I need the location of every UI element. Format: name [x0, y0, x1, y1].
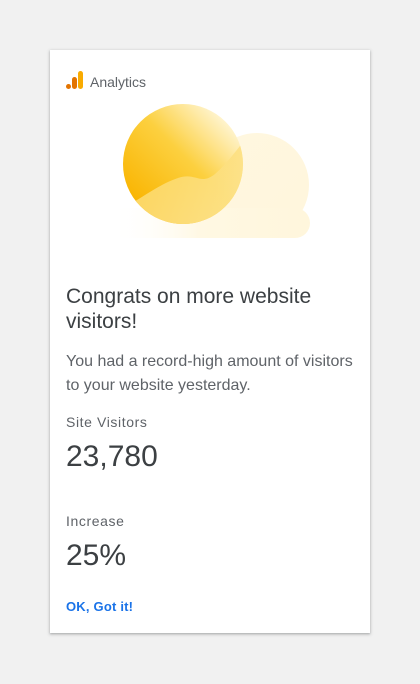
notification-card: Analytics Congrats on more website visit…	[50, 50, 370, 633]
increase-value: 25%	[66, 539, 127, 572]
site-visitors-label: Site Visitors	[66, 414, 148, 430]
increase-label: Increase	[66, 513, 125, 529]
sun-cloud-illustration	[110, 104, 310, 238]
card-title: Congrats on more website visitors!	[66, 285, 312, 333]
ok-got-it-button[interactable]: OK, Got it!	[66, 599, 133, 614]
brand-name: Analytics	[90, 74, 147, 90]
analytics-logo-icon	[66, 71, 84, 89]
card-description: You had a record-high amount of visitors…	[66, 353, 353, 394]
brand-header: Analytics	[66, 70, 146, 90]
site-visitors-value: 23,780	[66, 440, 158, 473]
